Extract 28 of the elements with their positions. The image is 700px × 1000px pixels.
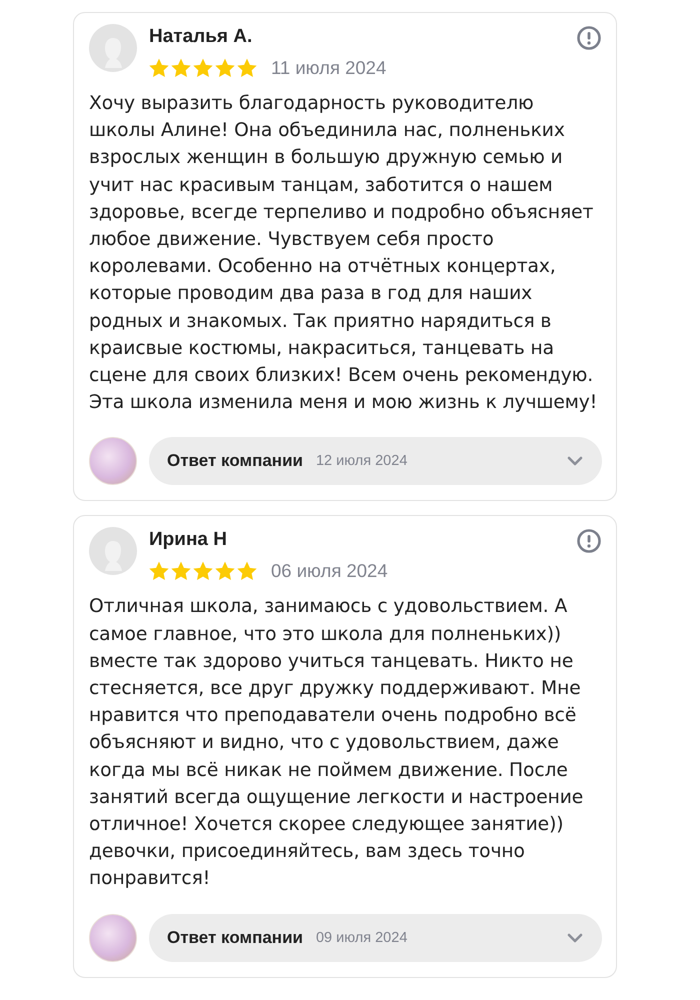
reply-date: 12 июля 2024 — [316, 452, 408, 470]
star-icon — [171, 561, 191, 582]
star-icon — [215, 561, 235, 582]
star-icon — [171, 58, 191, 78]
avatar-icon — [89, 24, 137, 72]
review-text: Отличная школа, занимаюсь с удовольствием. А самое главное, что это школа для полненьких)) вместе так здорово учиться танцевать. Никто не стесняется, все друг дружку поддерживают. Мне нравится что преподаватели очень подробно всё объясняют и видно, что с удовольствием, даже когда мы всё никак не поймем движение. После занятий всегда ощущение легкости и настроение отличное! Хочется скорее следующее занятие)) девочки, присоединяйтесь, вам здесь точно понравится! — [89, 595, 584, 892]
star-icon — [215, 58, 235, 78]
review-text: Хочу выразить благодарность руководителю школы Алине! Она объединила нас, полненьких взрослых женщин в большую дружную семью и учит нас красивым танцам, заботится о нашем здоровье, всегде терпеливо и подробно объясняет любое движение. Чувствуем себя просто королевами. Особенно на отчётных концертах, которые проводим два раза в год для наших родных и знакомых. Так приятно нарядиться в краисвые костюмы, накраситься, танцевать на сцене для своих близких! Всем очень рекомендую. Эта школа изменила меня и мою жизнь к лучшему! — [89, 92, 598, 416]
avatar-icon — [89, 527, 137, 576]
reply-date: 09 июля 2024 — [316, 928, 408, 947]
exclamation-icon[interactable] — [577, 26, 601, 50]
author-name: Ирина Н — [149, 528, 227, 552]
exclamation-icon[interactable] — [577, 529, 601, 554]
review-date: 11 июля 2024 — [271, 57, 386, 79]
star-icon — [237, 561, 257, 582]
author-name: Наталья А. — [149, 25, 252, 49]
star-icon — [149, 561, 169, 582]
review-date: 06 июля 2024 — [271, 560, 388, 582]
star-icon — [193, 561, 213, 582]
star-icon — [149, 58, 169, 78]
company-reply-toggle[interactable]: Ответ компании 09 июля 2024 — [149, 914, 602, 962]
company-logo-image — [89, 437, 137, 486]
reply-label: Ответ компании — [167, 928, 303, 948]
star-icon — [193, 58, 213, 78]
company-logo-image — [89, 914, 137, 962]
company-reply-toggle[interactable]: Ответ компании 12 июля 2024 — [149, 437, 602, 486]
star-icon — [237, 58, 257, 78]
reply-label: Ответ компании — [167, 451, 303, 472]
